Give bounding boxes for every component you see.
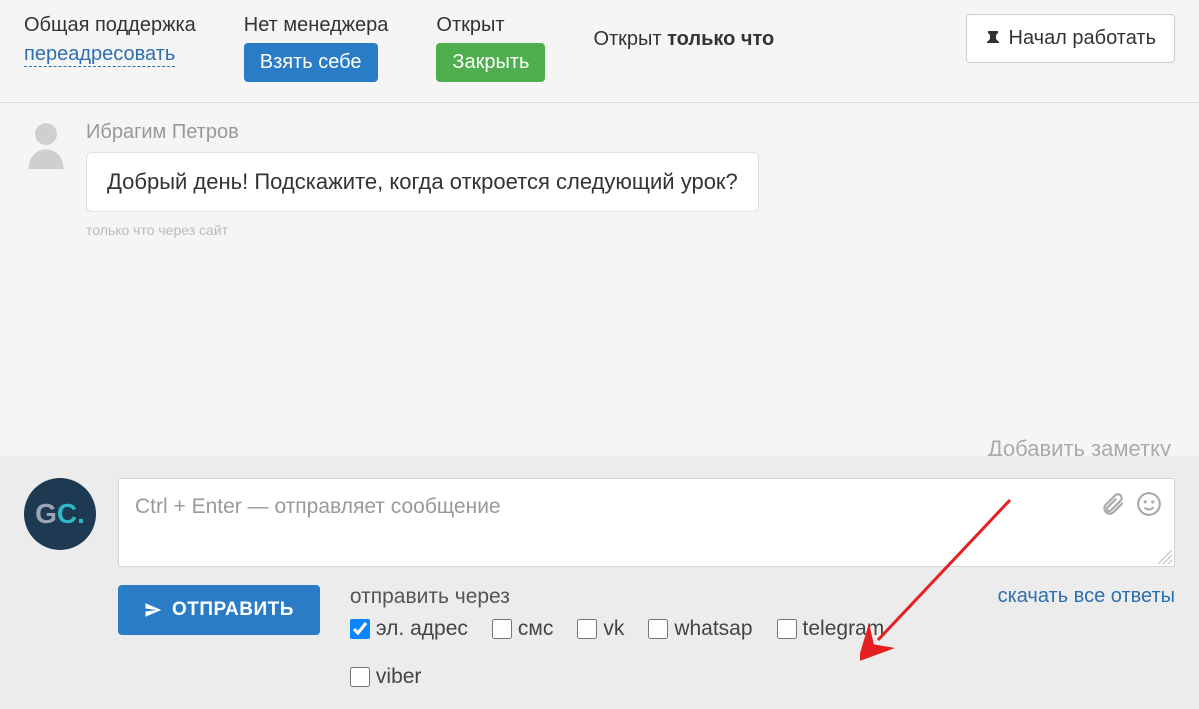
- take-self-button[interactable]: Взять себе: [244, 43, 378, 82]
- channel-whatsapp-checkbox[interactable]: [648, 619, 668, 639]
- pin-icon: [985, 30, 1001, 48]
- download-all-link[interactable]: скачать все ответы: [998, 585, 1175, 608]
- channel-viber-label: viber: [376, 665, 422, 689]
- channel-vk-label: vk: [603, 617, 624, 641]
- message-input-wrap: [118, 478, 1175, 567]
- channel-email[interactable]: эл. адрес: [350, 617, 468, 641]
- channel-whatsapp[interactable]: whatsap: [648, 617, 752, 641]
- channel-telegram[interactable]: telegram: [777, 617, 885, 641]
- ticket-header: Общая поддержка переадресовать Нет менед…: [0, 0, 1199, 103]
- channel-whatsapp-label: whatsap: [674, 617, 752, 641]
- open-label: Открыт: [436, 14, 545, 37]
- status-prefix: Открыт: [593, 28, 667, 50]
- support-label: Общая поддержка: [24, 14, 196, 37]
- manager-col: Нет менеджера Взять себе: [244, 14, 389, 82]
- start-work-label: Начал работать: [1009, 27, 1156, 50]
- compose-area: GC. ОТПРАВИТЬ отправить через эл. адрес с…: [0, 456, 1199, 709]
- message-row: Ибрагим Петров Добрый день! Подскажите, …: [24, 121, 1175, 238]
- channel-sms-checkbox[interactable]: [492, 619, 512, 639]
- status-col: Открыт Закрыть: [436, 14, 545, 82]
- send-button[interactable]: ОТПРАВИТЬ: [118, 585, 320, 635]
- send-via-label: отправить через: [350, 585, 968, 609]
- status-time: только что: [667, 28, 774, 50]
- emoji-icon[interactable]: [1136, 491, 1162, 517]
- message-bubble: Добрый день! Подскажите, когда откроется…: [86, 152, 759, 212]
- operator-avatar: GC.: [24, 478, 96, 550]
- channel-sms[interactable]: смс: [492, 617, 553, 641]
- close-button[interactable]: Закрыть: [436, 43, 545, 82]
- channel-email-label: эл. адрес: [376, 617, 468, 641]
- start-work-button[interactable]: Начал работать: [966, 14, 1175, 63]
- no-manager-label: Нет менеджера: [244, 14, 389, 37]
- send-button-label: ОТПРАВИТЬ: [172, 599, 294, 621]
- channel-viber-checkbox[interactable]: [350, 667, 370, 687]
- message-meta: только что через сайт: [86, 222, 759, 238]
- message-body: Ибрагим Петров Добрый день! Подскажите, …: [86, 121, 759, 238]
- channel-vk[interactable]: vk: [577, 617, 624, 641]
- channel-email-checkbox[interactable]: [350, 619, 370, 639]
- attach-icon[interactable]: [1100, 491, 1126, 517]
- resize-grip-icon[interactable]: [1158, 550, 1172, 564]
- avatar-placeholder-icon: [24, 121, 68, 169]
- message-thread: Ибрагим Петров Добрый день! Подскажите, …: [0, 103, 1199, 256]
- channel-telegram-checkbox[interactable]: [777, 619, 797, 639]
- redirect-link[interactable]: переадресовать: [24, 43, 175, 67]
- message-author: Ибрагим Петров: [86, 121, 759, 144]
- channel-vk-checkbox[interactable]: [577, 619, 597, 639]
- channel-list: эл. адрес смс vk whatsap telegram viber: [350, 617, 968, 689]
- channel-telegram-label: telegram: [803, 617, 885, 641]
- support-col: Общая поддержка переадресовать: [24, 14, 196, 67]
- message-input[interactable]: [119, 479, 1174, 561]
- channel-sms-label: смс: [518, 617, 553, 641]
- send-icon: [144, 601, 162, 619]
- opened-status: Открыт только что: [593, 14, 774, 51]
- channel-viber[interactable]: viber: [350, 665, 422, 689]
